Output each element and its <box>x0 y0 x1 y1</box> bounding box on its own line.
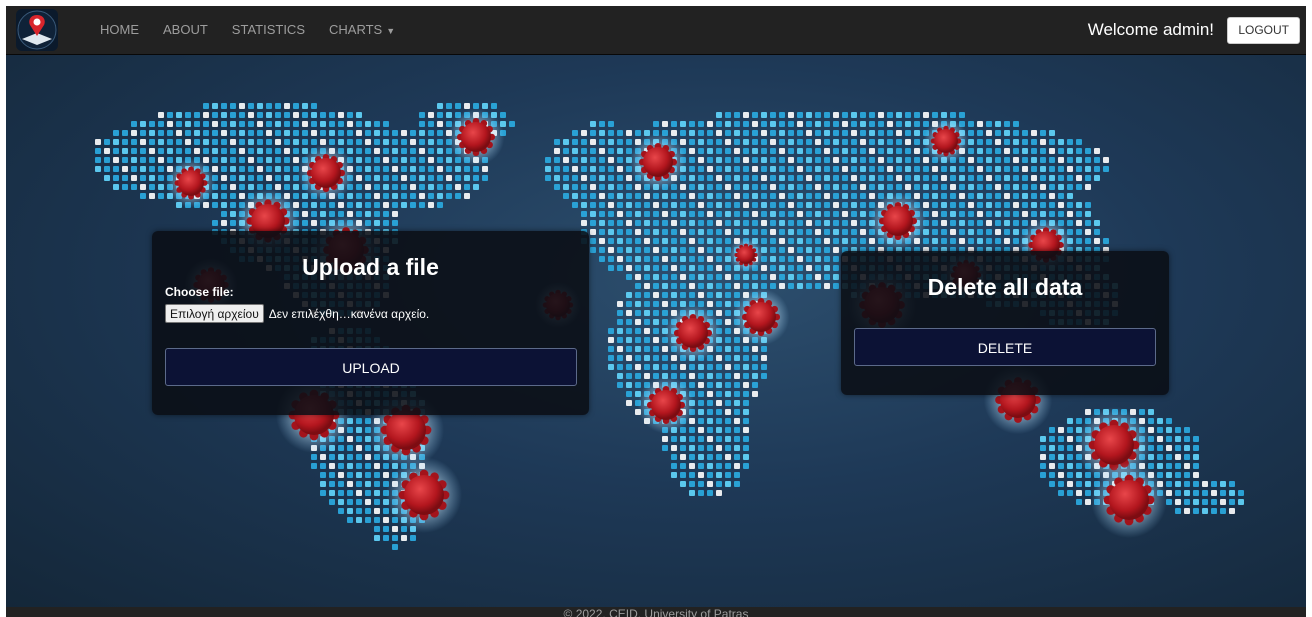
caret-down-icon: ▼ <box>386 26 396 36</box>
virus-marker-icon <box>637 376 695 434</box>
upload-button[interactable]: UPLOAD <box>165 348 577 386</box>
logout-button[interactable]: LOGOUT <box>1227 17 1300 44</box>
nav-about[interactable]: ABOUT <box>151 6 220 54</box>
virus-marker-icon <box>732 288 790 346</box>
welcome-message: Welcome admin! <box>1087 20 1214 39</box>
upload-title: Upload a file <box>302 254 439 280</box>
virus-marker-icon <box>869 192 927 250</box>
delete-button[interactable]: DELETE <box>854 328 1156 366</box>
file-status-text: Δεν επιλέχθη…κανένα αρχείο. <box>268 306 430 321</box>
upload-panel: Upload a file Choose file: Επιλογή αρχεί… <box>152 231 589 415</box>
map-pin-logo-icon <box>17 10 57 50</box>
world-map-hero: Upload a file Choose file: Επιλογή αρχεί… <box>6 55 1306 607</box>
nav-charts-label: CHARTS <box>329 22 383 37</box>
nav-home-label: HOME <box>100 22 139 37</box>
file-input: Επιλογή αρχείου Δεν επιλέχθη…κανένα αρχε… <box>165 304 429 323</box>
virus-marker-icon <box>923 118 969 164</box>
nav-statistics[interactable]: STATISTICS <box>220 6 317 54</box>
virus-marker-icon <box>728 237 764 273</box>
navbar: HOME ABOUT STATISTICS CHARTS ▼ Welcome ad… <box>6 6 1306 55</box>
virus-marker-icon <box>166 158 216 208</box>
virus-marker-icon <box>629 133 687 191</box>
delete-panel: Delete all data DELETE <box>841 251 1169 395</box>
logo[interactable] <box>16 9 58 51</box>
choose-file-button[interactable]: Επιλογή αρχείου <box>165 304 264 323</box>
footer-copyright: © 2022, CEID, University of Patras <box>563 607 749 617</box>
nav-home[interactable]: HOME <box>88 6 151 54</box>
nav-about-label: ABOUT <box>163 22 208 37</box>
virus-marker-icon <box>297 144 355 202</box>
footer: © 2022, CEID, University of Patras <box>6 607 1306 617</box>
nav-links: HOME ABOUT STATISTICS CHARTS ▼ <box>88 6 407 54</box>
nav-charts-dropdown[interactable]: CHARTS ▼ <box>317 6 407 54</box>
virus-marker-icon <box>386 457 462 533</box>
virus-marker-icon <box>664 304 722 362</box>
delete-title: Delete all data <box>927 274 1083 300</box>
nav-statistics-label: STATISTICS <box>231 22 305 37</box>
app-frame: HOME ABOUT STATISTICS CHARTS ▼ Welcome ad… <box>6 6 1306 617</box>
choose-file-label: Choose file: <box>165 285 234 299</box>
virus-marker-icon <box>447 108 505 166</box>
virus-marker-icon <box>1091 462 1167 538</box>
